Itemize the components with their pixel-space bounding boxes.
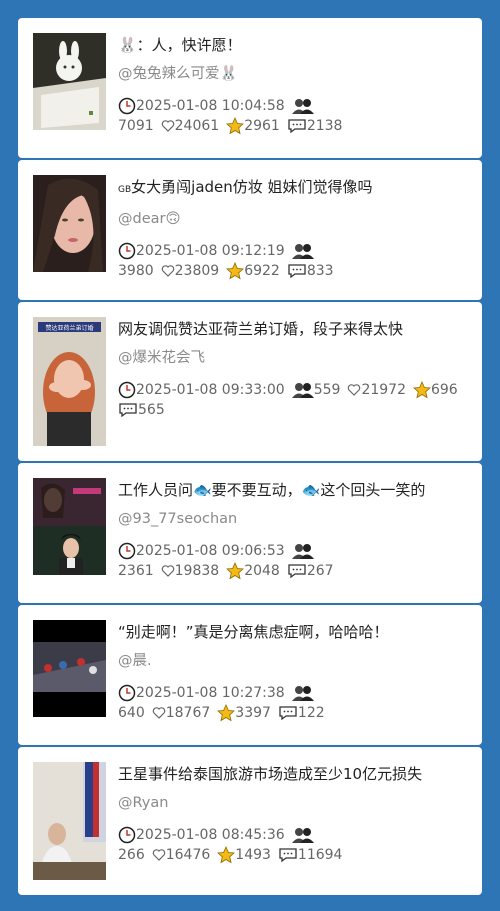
post-card[interactable]: 赞达亚荷兰弟订婚 网友调侃赞达亚荷兰弟订婚，段子来得太快 @爆米花会飞 2025… [18, 302, 482, 461]
post-likes: 19838 [174, 563, 220, 579]
users-icon [291, 826, 314, 844]
post-title[interactable]: “别走啊！”真是分离焦虑症啊，哈哈哈！ [118, 619, 474, 645]
post-thumbnail[interactable] [33, 175, 106, 272]
heart-icon[interactable] [161, 264, 175, 278]
star-icon[interactable] [217, 704, 236, 722]
post-time: 2025-01-08 10:27:38 [136, 685, 285, 701]
comment-icon[interactable] [278, 847, 298, 863]
post-author[interactable]: @Ryan [118, 791, 474, 815]
post-thumbnail[interactable] [33, 762, 106, 880]
clock-icon [118, 97, 136, 115]
post-title-text: 女大勇闯jaden仿妆 姐妹们觉得像吗 [131, 178, 373, 196]
users-icon [291, 542, 314, 560]
post-stats: 2025-01-08 10:04:58 7091 24061 2961 2138 [118, 96, 474, 136]
post-plays: 2361 [118, 563, 154, 579]
post-comments: 267 [306, 563, 334, 579]
post-stats: 2025-01-08 09:06:53 2361 19838 2048 267 [118, 541, 474, 581]
post-favorites: 2048 [244, 563, 280, 579]
heart-icon[interactable] [152, 706, 166, 720]
post-views: 559 [313, 382, 341, 398]
comment-icon[interactable] [287, 563, 307, 579]
post-thumbnail[interactable] [33, 33, 106, 130]
post-favorites: 1493 [235, 847, 271, 863]
post-likes: 23809 [174, 263, 220, 279]
post-favorites: 3397 [235, 705, 271, 721]
post-comments: 122 [297, 705, 325, 721]
post-likes: 16476 [165, 847, 211, 863]
star-icon[interactable] [217, 846, 236, 864]
heart-icon[interactable] [347, 383, 361, 397]
post-favorites: 6922 [244, 263, 280, 279]
post-time: 2025-01-08 10:04:58 [136, 98, 285, 114]
post-feed: 🐰：人，快许愿！ @兔兔辣么可爱🐰 2025-01-08 10:04:58 70… [18, 18, 482, 897]
post-time: 2025-01-08 09:06:53 [136, 543, 285, 559]
post-card[interactable]: 工作人员问🐟要不要互动，🐟这个回头一笑的 @93_77seochan 2025-… [18, 463, 482, 603]
post-comments: 833 [306, 263, 334, 279]
post-plays: 7091 [118, 118, 154, 134]
post-thumbnail[interactable] [33, 620, 106, 717]
star-icon[interactable] [226, 562, 245, 580]
post-likes: 24061 [174, 118, 220, 134]
post-card[interactable]: 王星事件给泰国旅游市场造成至少10亿元损失 @Ryan 2025-01-08 0… [18, 747, 482, 895]
post-author[interactable]: @93_77seochan [118, 507, 474, 531]
post-card[interactable]: “别走啊！”真是分离焦虑症啊，哈哈哈！ @晨. 2025-01-08 10:27… [18, 605, 482, 745]
post-plays: 266 [118, 847, 145, 863]
post-title[interactable]: 🐰：人，快许愿！ [118, 32, 474, 58]
post-comments: 565 [138, 402, 165, 418]
post-time: 2025-01-08 08:45:36 [136, 827, 285, 843]
post-card[interactable]: GB女大勇闯jaden仿妆 姐妹们觉得像吗 @dear🙃 2025-01-08 … [18, 160, 482, 300]
comment-icon[interactable] [118, 402, 138, 418]
clock-icon [118, 684, 136, 702]
post-likes: 21972 [361, 382, 406, 398]
post-plays: 640 [118, 705, 145, 721]
star-icon[interactable] [226, 262, 245, 280]
post-author[interactable]: @晨. [118, 649, 474, 673]
post-thumbnail[interactable] [33, 478, 106, 575]
post-favorites: 2961 [244, 118, 280, 134]
post-stats: 2025-01-08 08:45:36 266 16476 1493 11694 [118, 825, 474, 865]
post-author[interactable]: @dear🙃 [118, 207, 474, 231]
heart-icon[interactable] [161, 119, 175, 133]
comment-icon[interactable] [278, 705, 298, 721]
comment-icon[interactable] [287, 263, 307, 279]
comment-icon[interactable] [287, 118, 307, 134]
post-title[interactable]: 网友调侃赞达亚荷兰弟订婚，段子来得太快 [118, 316, 474, 342]
users-icon [291, 97, 314, 115]
post-comments: 2138 [306, 118, 343, 134]
star-icon[interactable] [226, 117, 245, 135]
post-favorites: 696 [430, 382, 458, 398]
users-icon [291, 242, 314, 260]
post-thumbnail[interactable]: 赞达亚荷兰弟订婚 [33, 317, 106, 446]
clock-icon [118, 242, 136, 260]
star-icon[interactable] [413, 381, 431, 399]
thumb-caption: 赞达亚荷兰弟订婚 [45, 324, 93, 332]
clock-icon [118, 542, 136, 560]
post-likes: 18767 [165, 705, 211, 721]
post-title[interactable]: 王星事件给泰国旅游市场造成至少10亿元损失 [118, 761, 474, 787]
post-author[interactable]: @兔兔辣么可爱🐰 [118, 62, 474, 86]
users-icon [291, 684, 314, 702]
post-plays: 3980 [118, 263, 154, 279]
post-title-prefix: GB [118, 185, 132, 195]
clock-icon [118, 381, 136, 399]
post-comments: 11694 [297, 847, 343, 863]
users-icon [291, 381, 314, 399]
post-title[interactable]: 工作人员问🐟要不要互动，🐟这个回头一笑的 [118, 477, 474, 503]
heart-icon[interactable] [152, 848, 166, 862]
heart-icon[interactable] [161, 564, 175, 578]
post-stats: 2025-01-08 09:33:00 559 21972 696 565 [118, 380, 474, 420]
post-stats: 2025-01-08 10:27:38 640 18767 3397 122 [118, 683, 474, 723]
post-stats: 2025-01-08 09:12:19 3980 23809 6922 833 [118, 241, 474, 281]
post-time: 2025-01-08 09:33:00 [136, 382, 285, 398]
post-time: 2025-01-08 09:12:19 [136, 243, 285, 259]
post-card[interactable]: 🐰：人，快许愿！ @兔兔辣么可爱🐰 2025-01-08 10:04:58 70… [18, 18, 482, 158]
clock-icon [118, 826, 136, 844]
post-title[interactable]: GB女大勇闯jaden仿妆 姐妹们觉得像吗 [118, 174, 474, 203]
post-author[interactable]: @爆米花会飞 [118, 346, 474, 370]
